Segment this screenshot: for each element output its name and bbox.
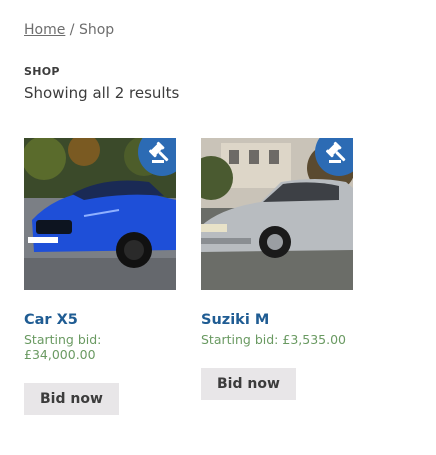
result-count: Showing all 2 results xyxy=(24,84,180,102)
product-image[interactable] xyxy=(201,138,353,290)
page-title: SHOP xyxy=(24,65,60,78)
product-title[interactable]: Suziki M xyxy=(201,312,353,328)
bid-now-button[interactable]: Bid now xyxy=(201,368,296,400)
product-card: Car X5 Starting bid: £34,000.00 Bid now xyxy=(24,138,176,415)
breadcrumb: Home / Shop xyxy=(24,22,114,38)
breadcrumb-separator: / xyxy=(65,22,79,38)
product-title[interactable]: Car X5 xyxy=(24,312,176,328)
product-price: Starting bid: £34,000.00 xyxy=(24,332,102,362)
breadcrumb-home-link[interactable]: Home xyxy=(24,22,65,38)
product-image[interactable] xyxy=(24,138,176,290)
breadcrumb-current: Shop xyxy=(78,22,115,38)
product-price: Starting bid: £3,535.00 xyxy=(201,332,346,347)
gavel-icon xyxy=(149,141,169,163)
product-card: Suziki M Starting bid: £3,535.00 Bid now xyxy=(201,138,353,400)
gavel-icon xyxy=(326,141,346,163)
bid-now-button[interactable]: Bid now xyxy=(24,383,119,415)
